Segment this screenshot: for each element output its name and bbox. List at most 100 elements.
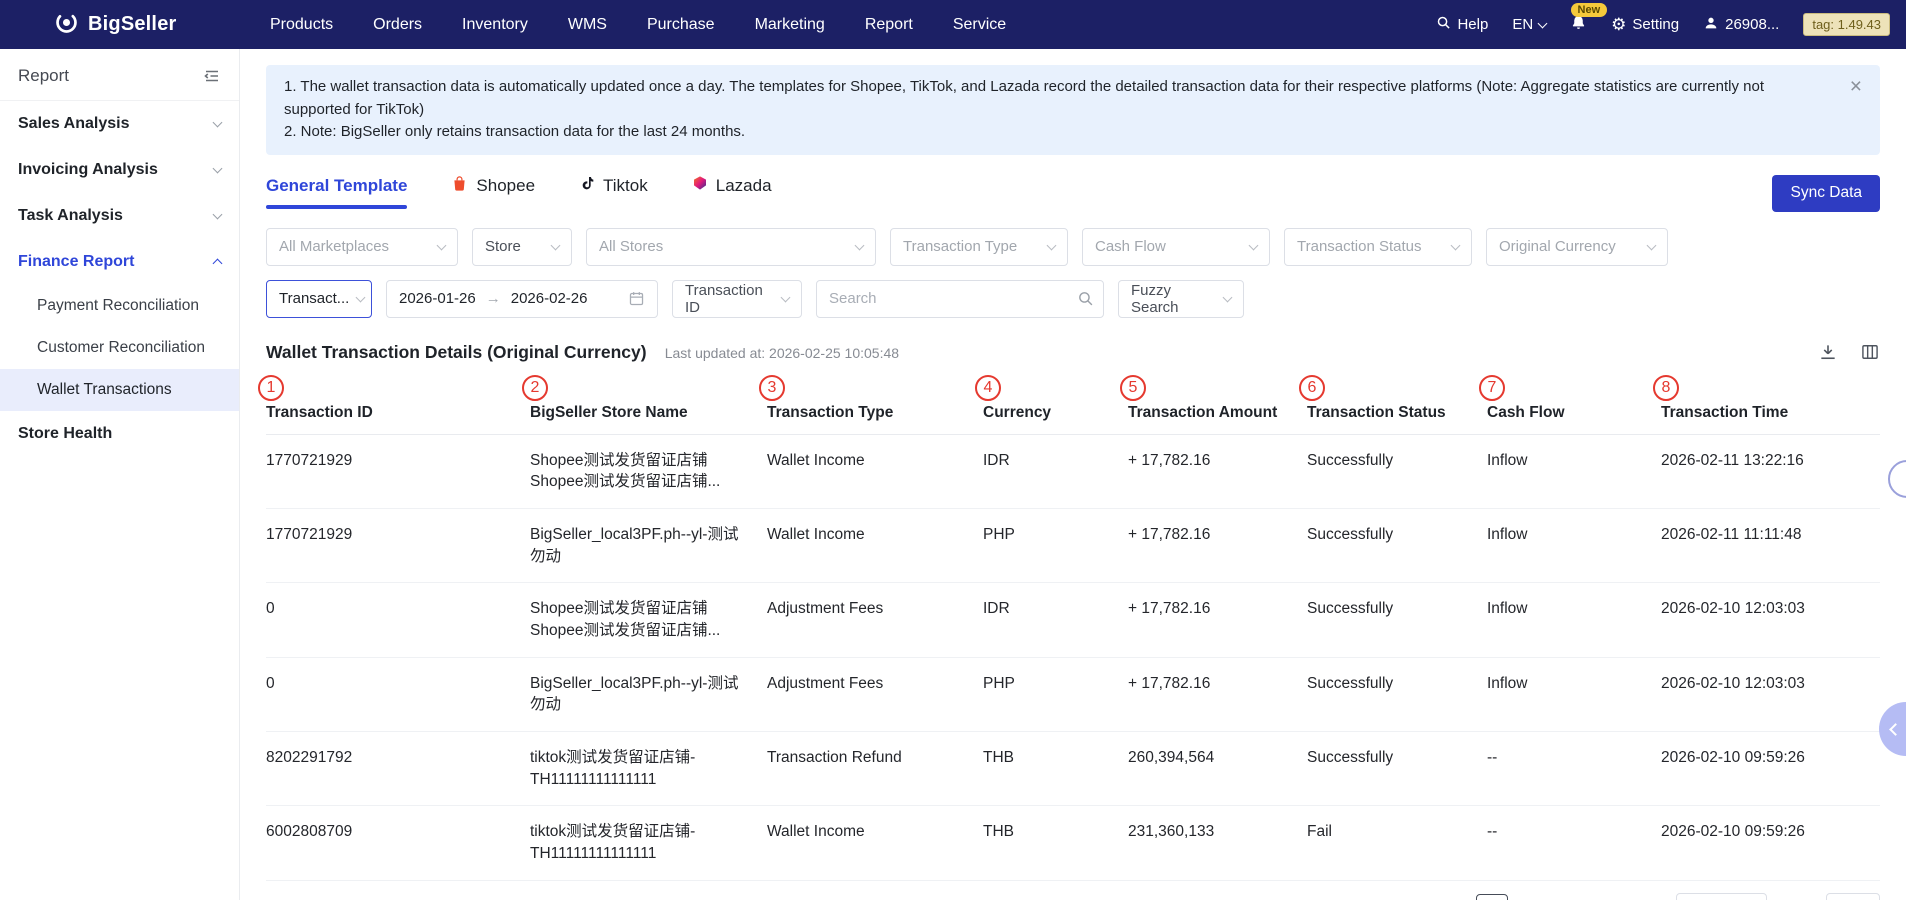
- sidebar-item-wallet-transactions[interactable]: Wallet Transactions: [0, 369, 239, 411]
- cell-time: 2026-02-10 12:03:03: [1661, 598, 1880, 620]
- notifications-button[interactable]: New: [1570, 14, 1587, 35]
- search-input[interactable]: [816, 280, 1104, 318]
- chevron-down-icon: [551, 240, 561, 250]
- banner-line-2: 2. Note: BigSeller only retains transact…: [284, 121, 1826, 144]
- date-to-value[interactable]: 2026-02-26: [511, 290, 588, 307]
- cell-transaction-type: Adjustment Fees: [767, 673, 983, 695]
- bell-icon: [1570, 14, 1587, 35]
- sidebar-item-finance-report[interactable]: Finance Report: [0, 239, 239, 285]
- filter-marketplaces[interactable]: All Marketplaces: [266, 228, 458, 266]
- cell-currency: THB: [983, 821, 1128, 843]
- cell-transaction-type: Wallet Income: [767, 821, 983, 843]
- cell-amount: + 17,782.16: [1128, 673, 1307, 695]
- filter-transaction-status[interactable]: Transaction Status: [1284, 228, 1472, 266]
- cell-amount: + 17,782.16: [1128, 450, 1307, 472]
- chevron-down-icon: [781, 292, 791, 302]
- date-from-value[interactable]: 2026-01-26: [399, 290, 476, 307]
- cell-store-name: tiktok测试发货留证店铺-TH11111111111111: [530, 747, 767, 790]
- cell-cash-flow: Inflow: [1487, 673, 1661, 695]
- nav-item-products[interactable]: Products: [270, 16, 333, 34]
- filters-row-1: All Marketplaces Store All Stores Transa…: [266, 228, 1880, 266]
- table-row: 6002808709 tiktok测试发货留证店铺-TH111111111111…: [266, 806, 1880, 880]
- pagination-prev-button[interactable]: [1436, 894, 1468, 900]
- filter-transaction-type[interactable]: Transaction Type: [890, 228, 1068, 266]
- cell-store-name: BigSeller_local3PF.ph--yl-测试勿动: [530, 524, 767, 567]
- tab-shopee[interactable]: Shopee: [451, 175, 535, 209]
- sidebar-item-store-health[interactable]: Store Health: [0, 411, 239, 457]
- sync-data-button[interactable]: Sync Data: [1772, 175, 1880, 212]
- nav-right: Help EN New ⚙ Setting 26908... tag: 1.49…: [1436, 13, 1890, 36]
- tab-lazada[interactable]: Lazada: [692, 175, 772, 209]
- cell-cash-flow: Inflow: [1487, 598, 1661, 620]
- download-icon[interactable]: [1818, 342, 1838, 362]
- cell-transaction-id: 1770721929: [266, 450, 530, 472]
- table-section-header: Wallet Transaction Details (Original Cur…: [266, 342, 1880, 363]
- nav-item-marketing[interactable]: Marketing: [755, 16, 825, 34]
- column-header-cash-flow: 7 Cash Flow: [1487, 375, 1661, 422]
- new-badge: New: [1571, 3, 1608, 17]
- filter-cash-flow[interactable]: Cash Flow: [1082, 228, 1270, 266]
- table-row: 8202291792 tiktok测试发货留证店铺-TH111111111111…: [266, 732, 1880, 806]
- lazada-icon: [692, 175, 708, 196]
- filter-original-currency[interactable]: Original Currency: [1486, 228, 1668, 266]
- pagination-page-2[interactable]: 2: [1516, 894, 1548, 900]
- nav-item-wms[interactable]: WMS: [568, 16, 607, 34]
- annotation-circle-1: 1: [258, 375, 284, 401]
- nav-item-inventory[interactable]: Inventory: [462, 16, 528, 34]
- pagination-next-button[interactable]: [1636, 894, 1668, 900]
- chevron-down-icon: [1249, 240, 1259, 250]
- cell-store-name: tiktok测试发货留证店铺-TH11111111111111: [530, 821, 767, 864]
- sidebar-item-sales-analysis[interactable]: Sales Analysis: [0, 101, 239, 147]
- filter-date-type[interactable]: Transact...: [266, 280, 372, 318]
- page-size-selector[interactable]: 50/Page: [1676, 893, 1767, 900]
- brand[interactable]: BigSeller: [0, 10, 242, 39]
- language-selector[interactable]: EN: [1512, 16, 1546, 33]
- chevron-down-icon: [213, 118, 223, 128]
- cell-amount: 231,360,133: [1128, 821, 1307, 843]
- column-header-transaction-time: 8 Transaction Time: [1661, 375, 1880, 422]
- chevron-down-icon: [213, 164, 223, 174]
- chevron-down-icon: [356, 292, 366, 302]
- pagination-page-4[interactable]: 4: [1596, 894, 1628, 900]
- sidebar-item-task-analysis[interactable]: Task Analysis: [0, 193, 239, 239]
- date-range-picker[interactable]: 2026-01-26 → 2026-02-26: [386, 280, 658, 318]
- annotation-circle-3: 3: [759, 375, 785, 401]
- cell-currency: PHP: [983, 673, 1128, 695]
- settings-button[interactable]: ⚙ Setting: [1611, 16, 1679, 33]
- chevron-down-icon: [1647, 240, 1657, 250]
- sidebar-item-payment-reconciliation[interactable]: Payment Reconciliation: [0, 285, 239, 327]
- user-icon: [1703, 15, 1719, 35]
- nav-item-orders[interactable]: Orders: [373, 16, 422, 34]
- cell-cash-flow: Inflow: [1487, 524, 1661, 546]
- goto-page-input[interactable]: [1826, 893, 1880, 900]
- close-icon[interactable]: ×: [1850, 76, 1862, 97]
- chevron-down-icon: [1538, 18, 1548, 28]
- nav-item-report[interactable]: Report: [865, 16, 913, 34]
- section-title: Wallet Transaction Details (Original Cur…: [266, 342, 647, 362]
- info-banner-text: 1. The wallet transaction data is automa…: [284, 76, 1826, 144]
- filter-search-field-type[interactable]: Transaction ID: [672, 280, 802, 318]
- column-settings-icon[interactable]: [1860, 342, 1880, 362]
- tab-tiktok[interactable]: Tiktok: [579, 175, 648, 209]
- pagination-page-1[interactable]: 1: [1476, 894, 1508, 900]
- filter-fuzzy-search[interactable]: Fuzzy Search: [1118, 280, 1244, 318]
- sidebar-item-invoicing-analysis[interactable]: Invoicing Analysis: [0, 147, 239, 193]
- cell-time: 2026-02-10 09:59:26: [1661, 821, 1880, 843]
- tab-general-template[interactable]: General Template: [266, 175, 407, 209]
- cell-status: Successfully: [1307, 673, 1487, 695]
- collapse-sidebar-icon[interactable]: [203, 67, 221, 85]
- table-row: 1770721929 BigSeller_local3PF.ph--yl-测试勿…: [266, 509, 1880, 583]
- filter-stores[interactable]: All Stores: [586, 228, 876, 266]
- banner-line-1: 1. The wallet transaction data is automa…: [284, 76, 1826, 121]
- help-button[interactable]: Help: [1436, 15, 1488, 34]
- shopee-icon: [451, 175, 468, 197]
- main-nav: Products Orders Inventory WMS Purchase M…: [270, 16, 1006, 34]
- nav-item-purchase[interactable]: Purchase: [647, 16, 715, 34]
- nav-item-service[interactable]: Service: [953, 16, 1006, 34]
- sidebar-item-customer-reconciliation[interactable]: Customer Reconciliation: [0, 327, 239, 369]
- filter-store-mode[interactable]: Store: [472, 228, 572, 266]
- user-menu[interactable]: 26908...: [1703, 15, 1779, 35]
- main-content: 1. The wallet transaction data is automa…: [240, 49, 1906, 900]
- column-header-transaction-amount: 5 Transaction Amount: [1128, 375, 1307, 422]
- pagination-page-3[interactable]: 3: [1556, 894, 1588, 900]
